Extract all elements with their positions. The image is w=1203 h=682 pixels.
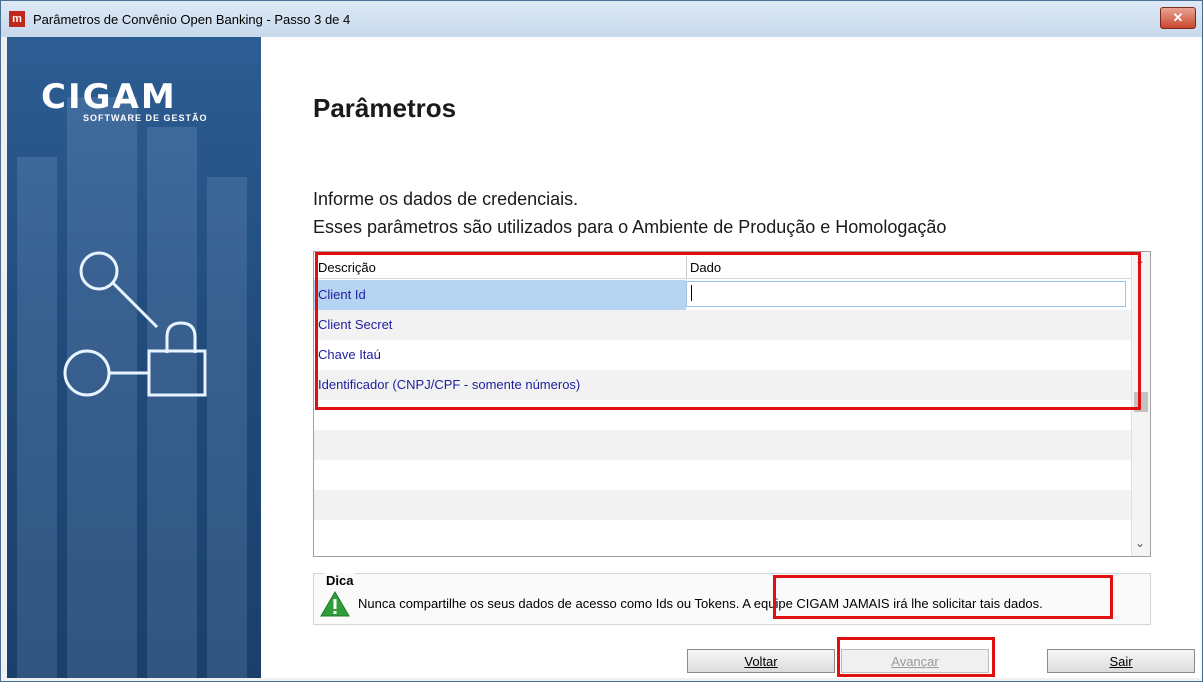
row-label: Chave Itaú <box>318 347 381 362</box>
grid-row-client-id[interactable]: Client Id <box>314 280 1134 310</box>
row-label: Client Secret <box>318 317 393 332</box>
exit-button[interactable]: Sair <box>1047 649 1195 673</box>
parameters-grid[interactable]: Descrição Dado Client Id Client Secret C… <box>313 251 1151 557</box>
main-content: Parâmetros Informe os dados de credencia… <box>261 37 1201 678</box>
close-button[interactable]: ✕ <box>1160 7 1196 29</box>
grid-row-empty <box>314 520 1134 550</box>
warning-icon <box>320 591 350 617</box>
column-header-descricao[interactable]: Descrição <box>318 260 376 275</box>
grid-header: Descrição Dado <box>314 252 1134 279</box>
text-caret <box>691 285 692 301</box>
info-text-1: Informe os dados de credenciais. <box>313 189 579 209</box>
row-label: Identificador (CNPJ/CPF - somente número… <box>318 377 581 392</box>
grid-row-empty <box>314 490 1134 520</box>
grid-scrollbar[interactable]: ⌃ ⌄ <box>1131 252 1150 556</box>
grid-row-chave-itau[interactable]: Chave Itaú <box>314 340 1134 370</box>
title-bar: m Parâmetros de Convênio Open Banking - … <box>1 1 1202 37</box>
tip-panel: Dica Nunca compartilhe os seus dados de … <box>313 573 1151 625</box>
client-id-input[interactable] <box>686 281 1126 307</box>
back-button-label: Voltar <box>744 654 778 669</box>
grid-row-empty <box>314 430 1134 460</box>
page-title: Parâmetros <box>313 93 457 123</box>
tip-title: Dica <box>324 573 356 588</box>
logo-text: CIGAM <box>41 77 177 117</box>
row-label: Client Id <box>318 287 366 302</box>
next-button[interactable]: Avançar <box>841 649 989 673</box>
app-icon: m <box>9 11 25 27</box>
network-graphic-icon <box>63 251 207 397</box>
grid-row-empty <box>314 400 1134 430</box>
cigam-logo: CIGAM SOFTWARE DE GESTÃO <box>41 77 208 123</box>
scroll-up-icon[interactable]: ⌃ <box>1135 258 1145 272</box>
grid-row-client-secret[interactable]: Client Secret <box>314 310 1134 340</box>
sidebar-banner: CIGAM SOFTWARE DE GESTÃO <box>7 37 261 678</box>
logo-subtitle: SOFTWARE DE GESTÃO <box>83 113 208 123</box>
back-button[interactable]: Voltar <box>687 649 835 673</box>
window-title: Parâmetros de Convênio Open Banking - Pa… <box>33 12 351 27</box>
next-button-label: Avançar <box>891 654 939 669</box>
scroll-thumb[interactable] <box>1134 392 1148 412</box>
info-text-2: Esses parâmetros são utilizados para o A… <box>313 217 947 237</box>
grid-row-identificador[interactable]: Identificador (CNPJ/CPF - somente número… <box>314 370 1134 400</box>
grid-row-empty <box>314 460 1134 490</box>
exit-button-label: Sair <box>1109 654 1133 669</box>
tip-text: Nunca compartilhe os seus dados de acess… <box>358 596 1043 611</box>
column-header-dado[interactable]: Dado <box>690 260 721 275</box>
wizard-window: m Parâmetros de Convênio Open Banking - … <box>0 0 1203 682</box>
scroll-down-icon[interactable]: ⌄ <box>1135 536 1145 550</box>
